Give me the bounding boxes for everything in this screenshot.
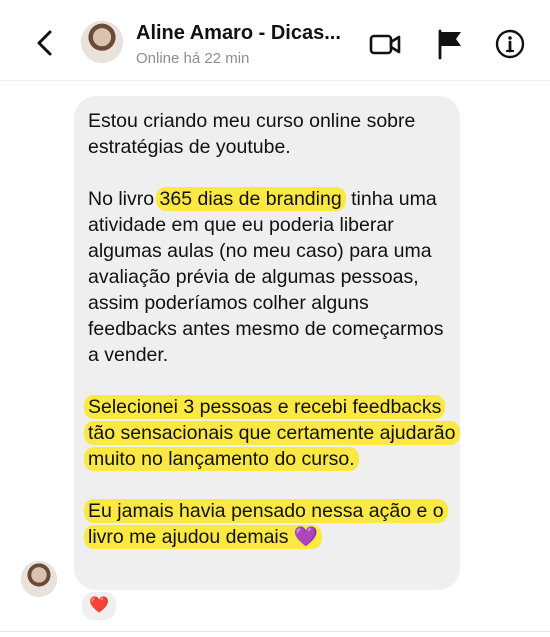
message-paragraph-4: Eu jamais havia pensado nessa ação e o l… [84, 498, 458, 550]
back-chevron-icon[interactable] [30, 26, 60, 60]
paragraph-2-end: tinha uma atividade em que eu poderia li… [88, 188, 444, 366]
contact-avatar[interactable] [82, 22, 122, 62]
divider [0, 631, 550, 632]
message-paragraph-3: Selecionei 3 pessoas e recebi feedbacks … [84, 394, 460, 472]
video-camera-icon[interactable] [369, 28, 401, 60]
message-paragraph-1: Estou criando meu curso online sobre est… [88, 110, 416, 158]
sender-avatar[interactable] [22, 562, 56, 596]
heart-reaction[interactable]: ❤️ [80, 590, 118, 622]
info-icon[interactable] [494, 28, 526, 60]
chat-header: Aline Amaro - Dicas... Online há 22 min [0, 0, 550, 81]
contact-name[interactable]: Aline Amaro - Dicas... [136, 22, 361, 45]
message-text: Estou criando meu curso online sobre est… [84, 108, 460, 576]
flag-icon[interactable] [434, 28, 466, 60]
highlighted-text-4: Eu jamais havia pensado nessa ação e o l… [84, 499, 448, 549]
highlighted-book-title: 365 dias de branding [155, 187, 346, 211]
message-paragraph-2: No livro 365 dias de branding tinha uma … [88, 186, 458, 368]
paragraph-2-start: No livro [88, 188, 160, 210]
online-status: Online há 22 min [136, 50, 250, 67]
highlighted-text-3: Selecionei 3 pessoas e recebi feedbacks … [84, 395, 460, 471]
